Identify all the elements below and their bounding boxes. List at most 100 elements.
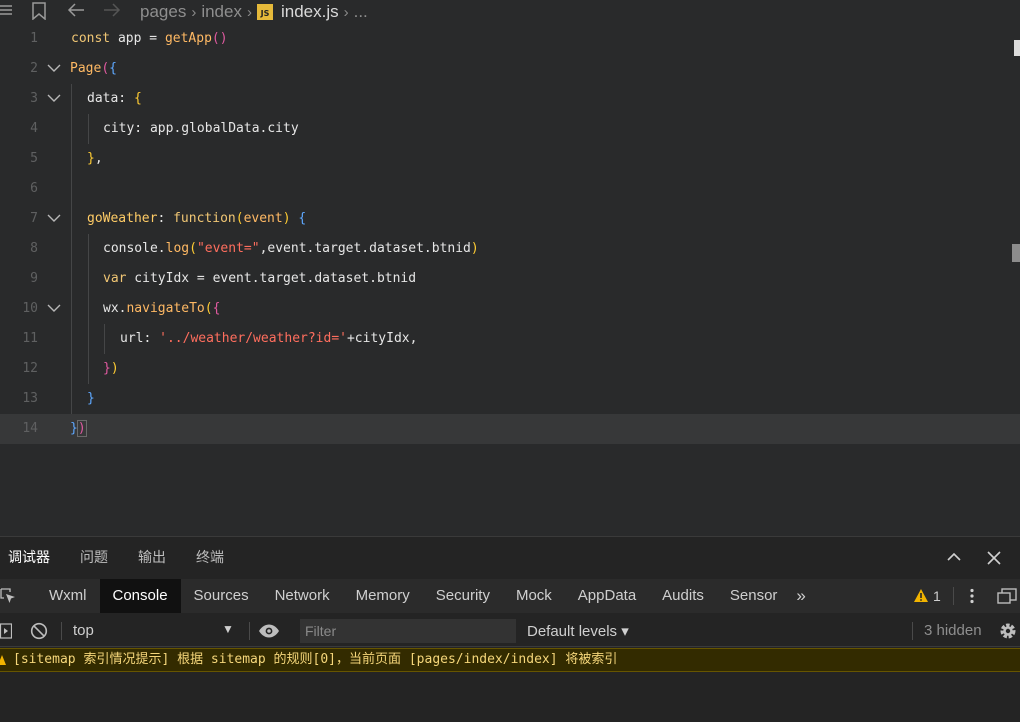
code-text: }) [70, 420, 87, 437]
code-line[interactable]: 13 } [0, 384, 1020, 414]
toolbar-divider [249, 622, 250, 640]
code-line[interactable]: 10 wx.navigateTo({ [0, 294, 1020, 324]
log-levels-dropdown[interactable]: Default levels ▾ [527, 622, 629, 640]
code-text: data: { [87, 91, 142, 106]
devtools-panel: 调试器 问题 输出 终端 Wxml Console Sources Networ… [0, 536, 1020, 722]
fold-chevron-icon[interactable] [46, 210, 62, 226]
warning-icon [0, 655, 6, 665]
js-file-icon: JS [256, 4, 273, 20]
tab-console[interactable]: Console [99, 579, 181, 613]
devtools-top-tabs: 调试器 问题 输出 终端 [0, 537, 1020, 577]
code-editor[interactable]: 1 const app = getApp() 2 Page({ 3 data: … [0, 24, 1020, 536]
kebab-menu-icon[interactable] [969, 588, 975, 604]
line-number: 7 [30, 211, 38, 226]
line-number: 13 [22, 391, 38, 406]
code-line[interactable]: 5 }, [0, 144, 1020, 174]
more-tabs-icon[interactable]: » [790, 579, 811, 613]
line-number: 14 [22, 421, 38, 436]
fold-chevron-icon[interactable] [46, 60, 62, 76]
line-number: 2 [30, 61, 38, 76]
code-text: }, [87, 151, 103, 166]
dock-side-icon[interactable] [997, 588, 1017, 604]
back-arrow-icon[interactable] [67, 2, 85, 18]
breadcrumb-more[interactable]: ... [354, 2, 368, 22]
context-selector[interactable]: top [73, 622, 94, 639]
tab-sensor[interactable]: Sensor [717, 579, 791, 613]
line-number: 1 [30, 31, 38, 46]
line-number: 6 [30, 181, 38, 196]
minimap-marker [1012, 244, 1020, 262]
line-number: 10 [22, 301, 38, 316]
code-text: wx.navigateTo({ [103, 301, 221, 316]
line-number: 9 [30, 271, 38, 286]
code-text: const app = getApp() [71, 31, 228, 46]
tab-sources[interactable]: Sources [181, 579, 262, 613]
code-line[interactable]: 2 Page({ [0, 54, 1020, 84]
toolbar-divider [953, 587, 954, 605]
toolbar-divider [61, 622, 62, 640]
chevron-right-icon: › [246, 3, 252, 21]
code-line[interactable]: 6 [0, 174, 1020, 204]
line-number: 5 [30, 151, 38, 166]
chevron-up-icon[interactable] [946, 551, 962, 563]
code-line[interactable]: 12 }) [0, 354, 1020, 384]
hidden-count: 3 hidden [924, 622, 982, 639]
code-line[interactable]: 7 goWeather: function(event) { [0, 204, 1020, 234]
code-line[interactable]: 4 city: app.globalData.city [0, 114, 1020, 144]
line-number: 12 [22, 361, 38, 376]
fold-chevron-icon[interactable] [46, 300, 62, 316]
breadcrumb-file[interactable]: index.js [281, 2, 339, 22]
code-line[interactable]: 11 url: '../weather/weather?id='+cityIdx… [0, 324, 1020, 354]
tab-terminal[interactable]: 终端 [196, 547, 224, 567]
code-text: city: app.globalData.city [103, 121, 299, 136]
gear-icon[interactable] [998, 621, 1018, 641]
console-panel-tabs: Wxml Console Sources Network Memory Secu… [0, 579, 1020, 613]
tab-network[interactable]: Network [262, 579, 343, 613]
clear-console-icon[interactable] [30, 622, 48, 640]
line-number: 4 [30, 121, 38, 136]
console-warning-message[interactable]: [sitemap 索引情况提示] 根据 sitemap 的规则[0]，当前页面 … [0, 648, 1020, 672]
code-text: } [87, 391, 95, 406]
code-text: var cityIdx = event.target.dataset.btnid [103, 271, 417, 286]
code-text: Page({ [70, 61, 117, 76]
tab-appdata[interactable]: AppData [565, 579, 649, 613]
tab-memory[interactable]: Memory [343, 579, 423, 613]
eye-icon[interactable] [258, 624, 280, 638]
tab-output[interactable]: 输出 [138, 547, 166, 567]
code-line[interactable]: 3 data: { [0, 84, 1020, 114]
filter-input[interactable] [300, 619, 516, 643]
sidebar-toggle-icon[interactable] [0, 623, 12, 639]
line-number: 11 [22, 331, 38, 346]
console-toolbar: top ▼ Default levels ▾ 3 hidden [0, 615, 1020, 647]
warning-count[interactable]: 1 [933, 588, 941, 604]
warning-icon[interactable] [914, 589, 928, 602]
code-line[interactable]: 9 var cityIdx = event.target.dataset.btn… [0, 264, 1020, 294]
breadcrumb: pages › index › JS index.js › ... [140, 0, 368, 24]
breadcrumb-item-index[interactable]: index [201, 2, 242, 22]
tab-audits[interactable]: Audits [649, 579, 717, 613]
breadcrumb-bar: pages › index › JS index.js › ... [0, 0, 1020, 24]
code-line[interactable]: 1 const app = getApp() [0, 24, 1020, 54]
tab-debugger[interactable]: 调试器 [8, 547, 50, 567]
line-number: 3 [30, 91, 38, 106]
fold-chevron-icon[interactable] [46, 90, 62, 106]
tab-security[interactable]: Security [423, 579, 503, 613]
tab-wxml[interactable]: Wxml [36, 579, 100, 613]
code-text: url: '../weather/weather?id='+cityIdx, [120, 331, 418, 346]
breadcrumb-item-pages[interactable]: pages [140, 2, 186, 22]
menu-icon[interactable] [0, 2, 12, 18]
code-text: }) [103, 361, 119, 376]
bookmark-icon[interactable] [31, 2, 47, 20]
dropdown-arrow-icon[interactable]: ▼ [222, 622, 234, 636]
chevron-right-icon: › [343, 3, 349, 21]
code-line[interactable]: 8 console.log("event=",event.target.data… [0, 234, 1020, 264]
tab-mock[interactable]: Mock [503, 579, 565, 613]
forward-arrow-icon[interactable] [103, 2, 121, 18]
toolbar-divider [912, 622, 913, 640]
chevron-right-icon: › [191, 3, 197, 21]
close-icon[interactable] [987, 551, 1001, 565]
tab-problems[interactable]: 问题 [80, 547, 108, 567]
inspect-element-icon[interactable] [0, 588, 16, 604]
minimap-marker [1014, 40, 1020, 56]
code-line-current[interactable]: 14 }) [0, 414, 1020, 444]
